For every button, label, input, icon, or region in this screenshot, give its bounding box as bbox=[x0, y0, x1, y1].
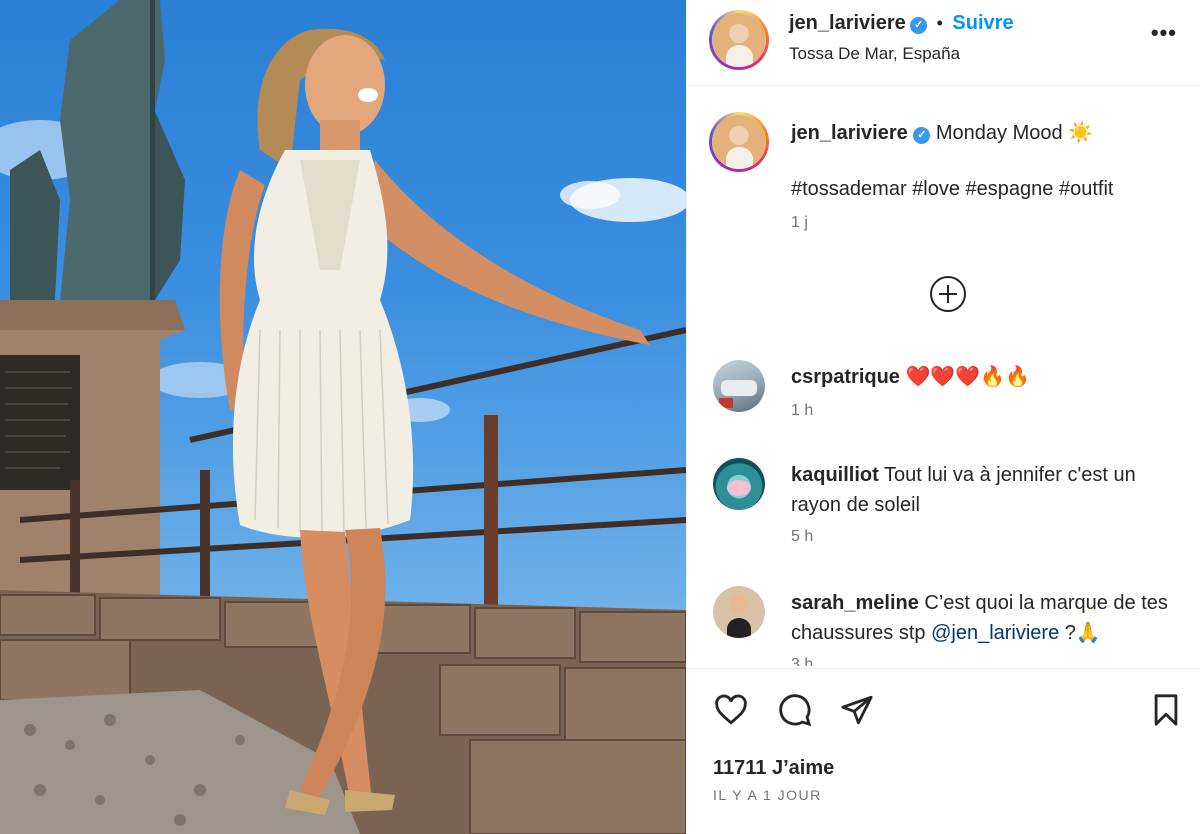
author-avatar[interactable] bbox=[709, 10, 769, 70]
heart-icon[interactable] bbox=[713, 693, 749, 732]
follow-button[interactable]: Suivre bbox=[952, 12, 1013, 34]
comment-mention[interactable]: @jen_lariviere bbox=[931, 622, 1059, 644]
verified-icon: ✓ bbox=[910, 17, 928, 34]
comment-time: 5 h bbox=[791, 528, 814, 545]
caption-body: jen_lariviere ✓ Monday Mood ☀️ bbox=[791, 118, 1183, 148]
commenter-avatar[interactable] bbox=[713, 360, 765, 412]
likes-count[interactable]: 11711 J’aime bbox=[713, 757, 834, 780]
comment-icon[interactable] bbox=[777, 693, 813, 732]
comment-username[interactable]: kaquilliot bbox=[791, 464, 879, 486]
post-location[interactable]: Tossa De Mar, España bbox=[789, 44, 960, 64]
verified-icon: ✓ bbox=[913, 127, 931, 144]
comment-body: csrpatrique ❤️❤️❤️🔥🔥 bbox=[791, 362, 1183, 392]
more-icon[interactable]: ••• bbox=[1151, 22, 1177, 44]
comment-username[interactable]: sarah_meline bbox=[791, 592, 919, 614]
commenter-avatar[interactable] bbox=[713, 458, 765, 510]
bookmark-icon[interactable] bbox=[1149, 693, 1183, 732]
load-more-icon[interactable] bbox=[930, 276, 966, 312]
comment-time: 3 h bbox=[791, 656, 814, 666]
header-title-row: jen_lariviere ✓ • Suivre bbox=[789, 12, 1014, 35]
post-actions: 11711 J’aime IL Y A 1 JOUR bbox=[687, 668, 1200, 834]
comment-body: kaquilliot Tout lui va à jennifer c'est … bbox=[791, 460, 1183, 520]
post-photo[interactable] bbox=[0, 0, 686, 834]
post-photo-art bbox=[0, 0, 686, 834]
post-header: jen_lariviere ✓ • Suivre Tossa De Mar, E… bbox=[687, 0, 1200, 86]
comments-feed[interactable]: jen_lariviere ✓ Monday Mood ☀️ #tossadem… bbox=[687, 86, 1200, 666]
post-panel: jen_lariviere ✓ • Suivre Tossa De Mar, E… bbox=[686, 0, 1200, 834]
separator-dot: • bbox=[931, 13, 948, 33]
share-icon[interactable] bbox=[839, 693, 875, 732]
comment-text-end: ?🙏 bbox=[1059, 622, 1101, 644]
caption-text: Monday Mood ☀️ bbox=[935, 122, 1094, 144]
caption-username[interactable]: jen_lariviere bbox=[791, 122, 908, 144]
caption-hashtags[interactable]: #tossademar #love #espagne #outfit bbox=[791, 174, 1183, 204]
caption-avatar[interactable] bbox=[709, 112, 769, 172]
comment-username[interactable]: csrpatrique bbox=[791, 366, 900, 388]
commenter-avatar[interactable] bbox=[713, 586, 765, 638]
comment-body: sarah_meline C’est quoi la marque de tes… bbox=[791, 588, 1183, 648]
author-username[interactable]: jen_lariviere bbox=[789, 12, 906, 34]
comment-time: 1 h bbox=[791, 402, 814, 419]
comment-text: ❤️❤️❤️🔥🔥 bbox=[905, 366, 1031, 388]
caption-time: 1 j bbox=[791, 214, 808, 231]
post-time[interactable]: IL Y A 1 JOUR bbox=[713, 787, 822, 803]
